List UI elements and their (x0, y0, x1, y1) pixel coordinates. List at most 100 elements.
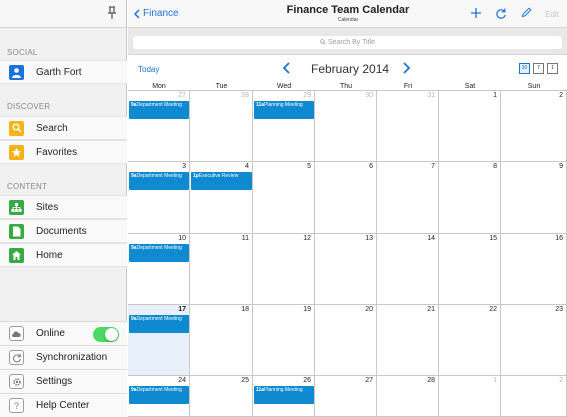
day-cell[interactable]: 12 (253, 234, 315, 305)
day-cell[interactable]: 30 (315, 91, 377, 162)
weekday-header: Tue (190, 83, 253, 91)
day-cell[interactable]: 31 (377, 91, 439, 162)
section-social-label: SOCIAL (7, 48, 38, 57)
page-title: Finance Team Calendar (286, 4, 410, 16)
calendar-event[interactable]: 9aDepartment Meeting (129, 244, 189, 262)
day-cell[interactable]: 1 (439, 376, 501, 417)
day-cell[interactable]: 23 (501, 305, 567, 376)
day-cell[interactable]: 20 (315, 305, 377, 376)
back-button[interactable]: Finance (134, 8, 179, 19)
day-cell[interactable]: 28 (377, 376, 439, 417)
search-input[interactable]: Search By Title (133, 36, 562, 49)
calendar-event[interactable]: 11aPlanning Meeting (254, 101, 314, 119)
day-number: 19 (303, 306, 311, 313)
day-cell[interactable]: 5 (253, 162, 315, 234)
day-cell[interactable]: 2 (501, 376, 567, 417)
sidebar-item-label: Synchronization (36, 352, 108, 363)
sidebar-item-favorites[interactable]: Favorites (0, 140, 127, 164)
day-view-button[interactable]: 1 (547, 63, 558, 74)
week-view-button[interactable]: 7 (533, 63, 544, 74)
event-title: Planning Meeting (264, 387, 303, 393)
sidebar-item-label: Favorites (36, 146, 78, 158)
search-icon (9, 120, 24, 136)
sidebar: SOCIAL Garth Fort DISCOVER Search Favori… (0, 0, 127, 417)
sidebar-item-home[interactable]: Home (0, 243, 127, 267)
refresh-icon[interactable] (495, 7, 507, 20)
day-number: 26 (303, 377, 311, 384)
sidebar-item-settings[interactable]: Settings (0, 369, 127, 393)
edit-button[interactable]: Edit (545, 10, 559, 19)
today-button[interactable]: Today (138, 65, 159, 74)
document-icon (9, 223, 24, 239)
calendar-event[interactable]: 9aDepartment Meeting (129, 386, 189, 404)
day-number: 14 (427, 235, 435, 242)
next-month-button[interactable] (402, 61, 411, 78)
day-cell[interactable]: 21 (377, 305, 439, 376)
day-number: 31 (427, 92, 435, 99)
pencil-icon[interactable] (521, 7, 532, 18)
month-title: February 2014 (311, 62, 390, 76)
day-number: 27 (365, 377, 373, 384)
day-number: 30 (365, 92, 373, 99)
weekday-header: Wed (253, 83, 315, 91)
calendar-event[interactable]: 11aPlanning Meeting (254, 386, 314, 404)
day-cell[interactable]: 9 (501, 162, 567, 234)
main-content: Finance Finance Team Calendar Calendar E… (128, 0, 567, 417)
day-cell[interactable]: 15 (439, 234, 501, 305)
weekday-header: Sun (501, 83, 567, 91)
day-number: 22 (489, 306, 497, 313)
day-cell[interactable]: 2 (501, 91, 567, 162)
month-view-button[interactable]: 30 (519, 63, 530, 74)
day-cell[interactable]: 7 (377, 162, 439, 234)
day-number: 25 (241, 377, 249, 384)
calendar-event[interactable]: 9aDepartment Meeting (129, 315, 189, 333)
day-cell[interactable]: 25 (190, 376, 253, 417)
prev-month-button[interactable] (282, 61, 291, 78)
calendar-event[interactable]: 9aDepartment Meeting (129, 172, 189, 190)
page-subtitle: Calendar (337, 17, 359, 23)
day-cell[interactable]: 14 (377, 234, 439, 305)
event-time: 11a (256, 102, 265, 108)
online-toggle[interactable] (93, 327, 119, 342)
day-cell[interactable]: 28 (190, 91, 253, 162)
day-number: 28 (427, 377, 435, 384)
day-cell[interactable]: 18 (190, 305, 253, 376)
search-placeholder: Search By Title (327, 39, 376, 46)
calendar-event[interactable]: 1pExecutive Review (191, 172, 252, 190)
day-number: 17 (178, 306, 186, 313)
day-cell[interactable]: 19 (253, 305, 315, 376)
sidebar-item-sites[interactable]: Sites (0, 195, 127, 219)
help-icon: ? (9, 398, 24, 413)
day-cell[interactable]: 13 (315, 234, 377, 305)
calendar-event[interactable]: 9aDepartment Meeting (129, 101, 189, 119)
sidebar-item-label: Help Center (36, 400, 90, 411)
sidebar-item-search[interactable]: Search (0, 116, 127, 140)
gear-icon (9, 374, 24, 389)
search-bar: Search By Title (128, 28, 567, 55)
day-number: 29 (303, 92, 311, 99)
day-cell[interactable]: 11 (190, 234, 253, 305)
sidebar-item-documents[interactable]: Documents (0, 219, 127, 243)
sidebar-item-label: Search (36, 122, 68, 134)
day-number: 23 (555, 306, 563, 313)
day-cell[interactable]: 27 (315, 376, 377, 417)
sidebar-item-label: Documents (36, 225, 87, 237)
sidebar-item-synchronization[interactable]: Synchronization (0, 345, 127, 369)
day-cell[interactable]: 6 (315, 162, 377, 234)
sidebar-item-help-center[interactable]: ? Help Center (0, 393, 127, 417)
day-number: 9 (559, 163, 563, 170)
weekday-header: Sat (439, 83, 501, 91)
day-cell[interactable]: 1 (439, 91, 501, 162)
day-number: 2 (559, 377, 563, 384)
day-number: 10 (178, 235, 186, 242)
day-cell[interactable]: 8 (439, 162, 501, 234)
pin-icon[interactable] (106, 6, 118, 20)
day-cell[interactable]: 16 (501, 234, 567, 305)
day-cell[interactable]: 22 (439, 305, 501, 376)
cloud-icon (9, 326, 24, 341)
day-number: 13 (365, 235, 373, 242)
section-discover-label: DISCOVER (7, 102, 51, 111)
star-icon (9, 144, 24, 160)
sidebar-item-user[interactable]: Garth Fort (0, 60, 127, 84)
add-icon[interactable] (470, 7, 482, 19)
